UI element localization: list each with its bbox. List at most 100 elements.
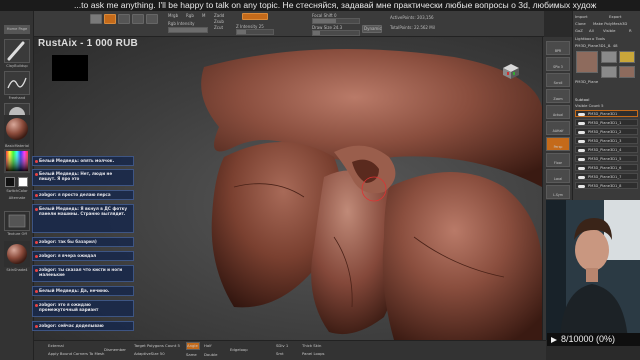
m-label[interactable]: M bbox=[202, 13, 205, 18]
eye-icon[interactable] bbox=[578, 122, 585, 125]
panel-loops-label[interactable]: Panel Loops bbox=[302, 351, 325, 356]
tool-thumb-polymesh[interactable] bbox=[601, 66, 617, 78]
material2-tile[interactable] bbox=[4, 241, 30, 267]
subtool-row[interactable]: PM3D_Plane3D1_1 bbox=[575, 119, 638, 126]
color-picker[interactable] bbox=[4, 149, 30, 173]
chat-message: zobgor: ты сказал что кисти и ноги мален… bbox=[32, 265, 134, 282]
spix-button[interactable]: SPix 3 bbox=[546, 57, 570, 71]
zadd-label[interactable]: Zadd bbox=[214, 13, 224, 18]
subtool-row[interactable]: PM3D_Plane3D1_3 bbox=[575, 137, 638, 144]
rotate-button[interactable] bbox=[146, 14, 158, 24]
active-points-label: ActivePoints: 203,156 bbox=[390, 15, 434, 20]
material-sphere-icon bbox=[6, 118, 28, 140]
focal-shift-slider[interactable] bbox=[312, 18, 360, 24]
user-dot-icon bbox=[34, 159, 38, 163]
subtool-row[interactable]: PM3D_Plane3D1_7 bbox=[575, 173, 638, 180]
zcut-label[interactable]: Zcut bbox=[214, 25, 223, 30]
subtool-row[interactable]: PM3D_Plane3D1 bbox=[575, 110, 638, 117]
target-polygons-label: Target Polygons Count 5 bbox=[134, 343, 180, 348]
double-label[interactable]: Double bbox=[204, 352, 217, 357]
texture-tile[interactable] bbox=[4, 211, 30, 231]
lsym-button[interactable]: L.Sym bbox=[546, 185, 570, 199]
dynamic-label: Dynamic bbox=[364, 26, 382, 31]
brush-tile[interactable] bbox=[4, 39, 30, 63]
edgeloop-label[interactable]: Edgeloop bbox=[230, 347, 248, 352]
eye-icon[interactable] bbox=[578, 158, 585, 161]
floor-button[interactable]: Floor bbox=[546, 153, 570, 167]
half-label[interactable]: Half bbox=[204, 343, 212, 348]
alternate-label[interactable]: Alternate bbox=[2, 196, 32, 200]
subtool-row[interactable]: PM3D_Plane3D1_2 bbox=[575, 128, 638, 135]
mrgb-label[interactable]: Mrgb bbox=[168, 13, 178, 18]
rgb-intensity-slider[interactable] bbox=[168, 27, 208, 33]
apply-bound-label[interactable]: Apply Bound Corners To Mesh bbox=[48, 351, 104, 356]
main-color-swatch[interactable] bbox=[5, 177, 15, 187]
zadd-toggle[interactable] bbox=[242, 13, 268, 20]
dismember-label[interactable]: Dismember bbox=[104, 347, 126, 352]
scroll-button[interactable]: Scroll bbox=[546, 73, 570, 87]
smt-label[interactable]: Smt bbox=[276, 351, 284, 356]
streamer-portrait bbox=[546, 200, 640, 340]
material-tile[interactable] bbox=[4, 115, 30, 143]
lightbox-button[interactable]: Lightbox ▸ Tools bbox=[575, 36, 638, 41]
texture-label: Texture Off bbox=[7, 232, 27, 236]
secondary-color-swatch[interactable] bbox=[18, 177, 28, 187]
subtool-header[interactable]: Subtool bbox=[575, 97, 638, 102]
zoom-button[interactable]: Zoom bbox=[546, 89, 570, 103]
actual-button[interactable]: Actual bbox=[546, 105, 570, 119]
draw-size-slider[interactable] bbox=[312, 30, 360, 36]
total-points-label: TotalPoints: 22.562 Mil bbox=[390, 25, 435, 30]
eye-icon[interactable] bbox=[578, 113, 585, 116]
subtool-row[interactable]: PM3D_Plane3D1_4 bbox=[575, 146, 638, 153]
stroke-tile[interactable] bbox=[4, 71, 30, 95]
eye-icon[interactable] bbox=[578, 131, 585, 134]
subtool-row[interactable]: PM3D_Plane3D1_8 bbox=[575, 182, 638, 189]
same-label[interactable]: Same bbox=[186, 352, 197, 357]
chat-message: zobgor: сейчас доделываю bbox=[32, 321, 134, 331]
r-button[interactable]: R bbox=[629, 28, 638, 33]
eye-icon[interactable] bbox=[578, 149, 585, 152]
export-button[interactable]: Export bbox=[609, 14, 638, 19]
nav-cube-icon[interactable] bbox=[500, 62, 522, 80]
eye-icon[interactable] bbox=[578, 176, 585, 179]
scale-button[interactable] bbox=[132, 14, 144, 24]
make-polymesh-button[interactable]: Make PolyMesh3D bbox=[593, 21, 638, 26]
tool-thumb-star[interactable] bbox=[619, 51, 635, 63]
tool-thumb-main[interactable] bbox=[576, 51, 598, 73]
chat-message: zobgor: я просто делаю перса bbox=[32, 190, 134, 200]
local-button[interactable]: Local bbox=[546, 169, 570, 183]
z-intensity-slider[interactable] bbox=[236, 29, 274, 35]
aahalf-button[interactable]: AAHalf bbox=[546, 121, 570, 135]
left-shelf: Home Page ClayBuildup Freehand BasicMate… bbox=[0, 11, 34, 360]
subtool-row[interactable]: PM3D_Plane3D1_6 bbox=[575, 164, 638, 171]
eye-icon[interactable] bbox=[578, 167, 585, 170]
edit-button[interactable] bbox=[90, 14, 102, 24]
eye-icon[interactable] bbox=[578, 140, 585, 143]
eye-icon[interactable] bbox=[578, 185, 585, 188]
tool-thumb-plane[interactable] bbox=[619, 66, 635, 78]
brush-icon bbox=[7, 41, 25, 61]
tool-thumb-cylinder[interactable] bbox=[601, 51, 617, 63]
user-dot-icon bbox=[34, 268, 38, 272]
persp-button[interactable]: Persp bbox=[546, 137, 570, 151]
draw-button[interactable] bbox=[104, 14, 116, 24]
texture-icon bbox=[8, 214, 26, 228]
external-label[interactable]: External bbox=[48, 343, 64, 348]
rgb-intensity-label: Rgb Intensity bbox=[168, 21, 195, 26]
play-icon bbox=[551, 336, 557, 343]
reference-image bbox=[52, 55, 88, 81]
chat-message: Белый Медведь: Да, нечиню. bbox=[32, 286, 134, 296]
rgb-label[interactable]: Rgb bbox=[186, 13, 194, 18]
news-ticker: ...to ask me anything. I'll be happy to … bbox=[0, 0, 640, 11]
user-dot-icon bbox=[34, 172, 38, 176]
subtool-row[interactable]: PM3D_Plane3D1_5 bbox=[575, 155, 638, 162]
switch-color-label[interactable]: SwitchColor bbox=[2, 189, 32, 193]
move-button[interactable] bbox=[118, 14, 130, 24]
chat-message: zobgor: я вчера ожидал bbox=[32, 251, 134, 261]
tool-palette: Import Export Clone Make PolyMesh3D GoZ … bbox=[572, 11, 640, 201]
user-dot-icon bbox=[34, 193, 38, 197]
chat-message: Белый Медведь: Я вкнул в ДС фотку панели… bbox=[32, 204, 134, 233]
user-dot-icon bbox=[34, 303, 38, 307]
zsub-label[interactable]: Zsub bbox=[214, 19, 224, 24]
bpr-button[interactable]: BPR bbox=[546, 41, 570, 55]
